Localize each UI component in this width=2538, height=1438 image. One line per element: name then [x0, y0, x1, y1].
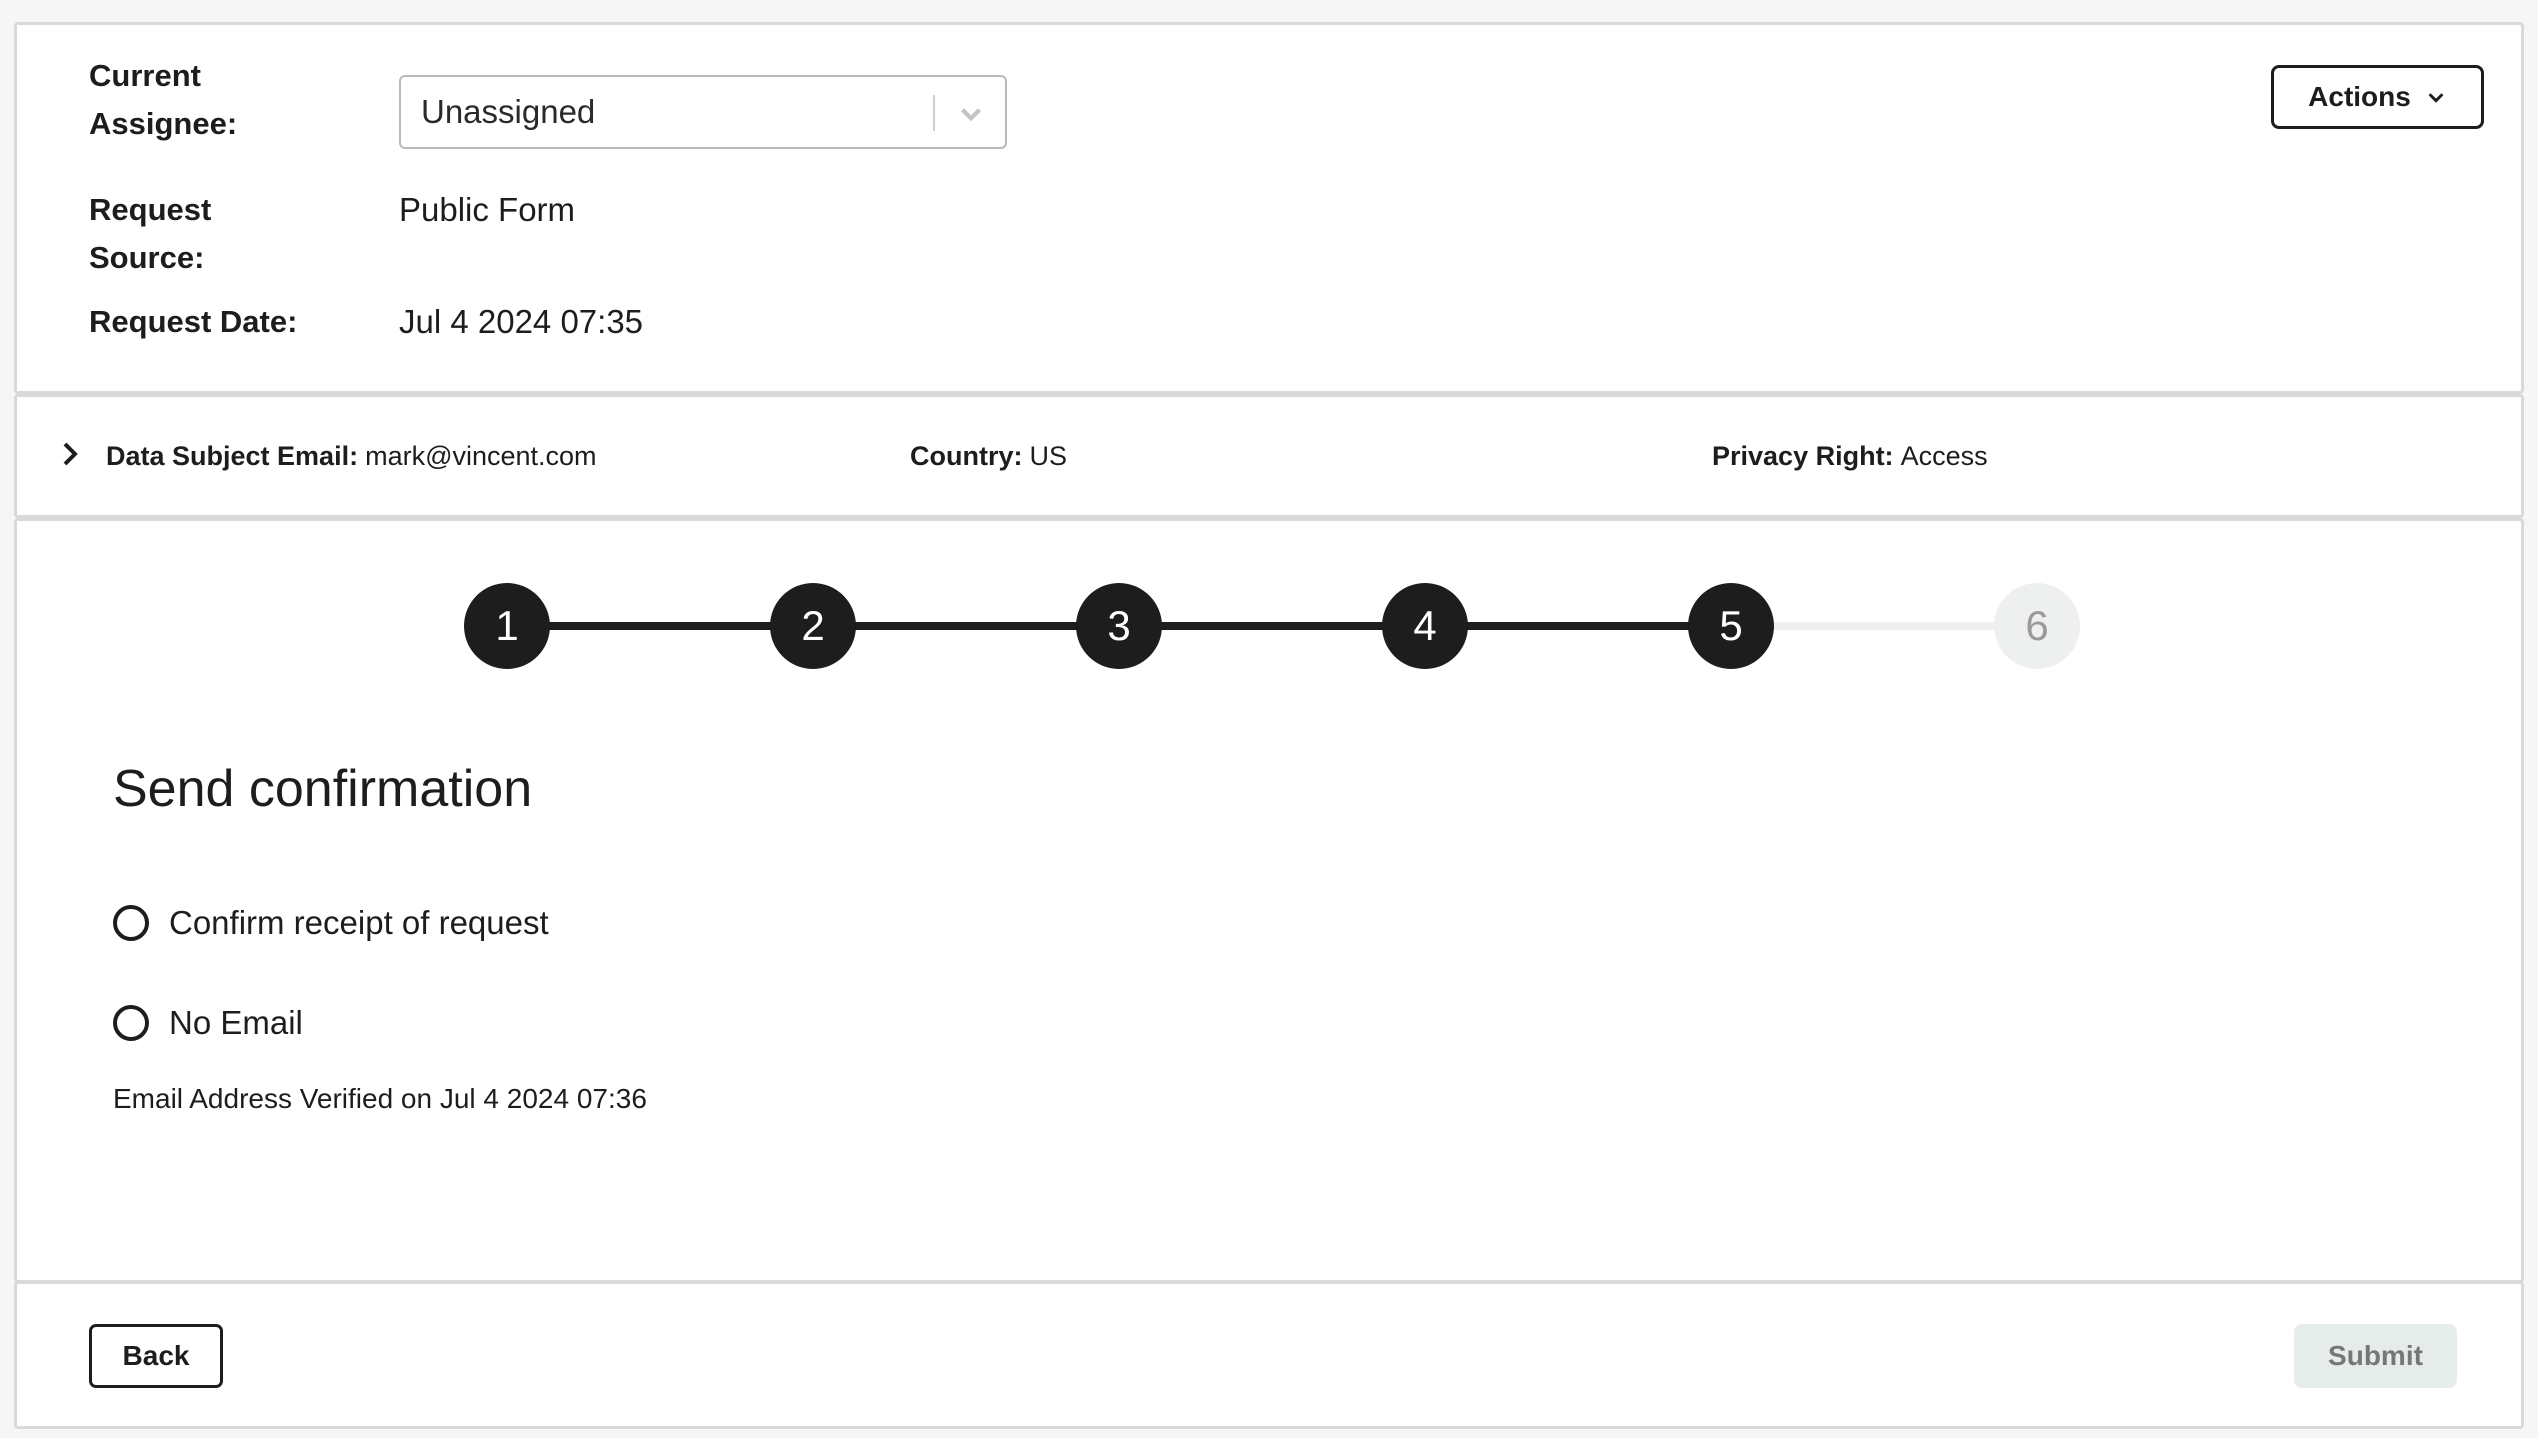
- subject-email-label: Data Subject Email:: [106, 440, 359, 471]
- subject-right-label: Privacy Right:: [1712, 440, 1894, 471]
- step-3: 3: [1076, 583, 1162, 669]
- radio-button[interactable]: [113, 905, 149, 941]
- subject-email: Data Subject Email: mark@vincent.com: [106, 397, 597, 515]
- step-connector: [507, 622, 813, 630]
- source-label-line2: Source:: [89, 240, 205, 275]
- chevron-down-icon: [2428, 93, 2444, 103]
- data-subject-bar: Data Subject Email: mark@vincent.com Cou…: [14, 394, 2524, 518]
- step-5: 5: [1688, 583, 1774, 669]
- subject-country-label: Country:: [910, 440, 1023, 471]
- step-1: 1: [464, 583, 550, 669]
- subject-right-value: Access: [1900, 440, 1988, 471]
- submit-button[interactable]: Submit: [2294, 1324, 2457, 1388]
- date-label: Request Date:: [89, 304, 298, 339]
- step-title: Send confirmation: [113, 760, 533, 818]
- source-value: Public Form: [399, 191, 576, 228]
- source-label-line1: Request: [89, 192, 212, 227]
- option-no-email[interactable]: No Email: [113, 1004, 303, 1042]
- footer-bar: Back Submit: [14, 1281, 2524, 1429]
- step-6: 6: [1994, 583, 2080, 669]
- option-label: No Email: [169, 1004, 303, 1041]
- assignee-label-line1: Current: [89, 58, 201, 93]
- source-label: Request Source:: [89, 186, 211, 282]
- email-verified-text: Email Address Verified on Jul 4 2024 07:…: [113, 1083, 647, 1114]
- actions-button-label: Actions: [2308, 81, 2411, 112]
- request-details-card: Current Assignee: Unassigned Request Sou…: [14, 22, 2524, 394]
- subject-country-value: US: [1029, 440, 1067, 471]
- option-confirm-receipt[interactable]: Confirm receipt of request: [113, 904, 549, 942]
- step-4: 4: [1382, 583, 1468, 669]
- assignee-select[interactable]: Unassigned: [399, 75, 1007, 149]
- step-connector: [1731, 622, 2037, 630]
- actions-button[interactable]: Actions: [2271, 65, 2484, 129]
- step-connector: [1119, 622, 1425, 630]
- chevron-right-icon[interactable]: [55, 439, 85, 469]
- radio-button[interactable]: [113, 1005, 149, 1041]
- subject-email-value: mark@vincent.com: [365, 440, 597, 471]
- select-divider: [933, 95, 935, 131]
- step-connector: [813, 622, 1119, 630]
- step-card: 1 2 3 4 5 6 Send confirmation Confirm receipt…: [14, 518, 2524, 1283]
- option-label: Confirm receipt of request: [169, 904, 549, 941]
- progress-stepper: 1 2 3 4 5 6: [17, 521, 2521, 721]
- assignee-select-value: Unassigned: [421, 93, 596, 130]
- subject-country: Country: US: [910, 397, 1067, 515]
- step-connector: [1425, 622, 1731, 630]
- chevron-down-icon[interactable]: [954, 97, 988, 131]
- step-2: 2: [770, 583, 856, 669]
- subject-privacy-right: Privacy Right: Access: [1712, 397, 1988, 515]
- assignee-label: Current Assignee:: [89, 52, 237, 148]
- date-value: Jul 4 2024 07:35: [399, 303, 644, 340]
- assignee-label-line2: Assignee:: [89, 106, 238, 141]
- back-button[interactable]: Back: [89, 1324, 223, 1388]
